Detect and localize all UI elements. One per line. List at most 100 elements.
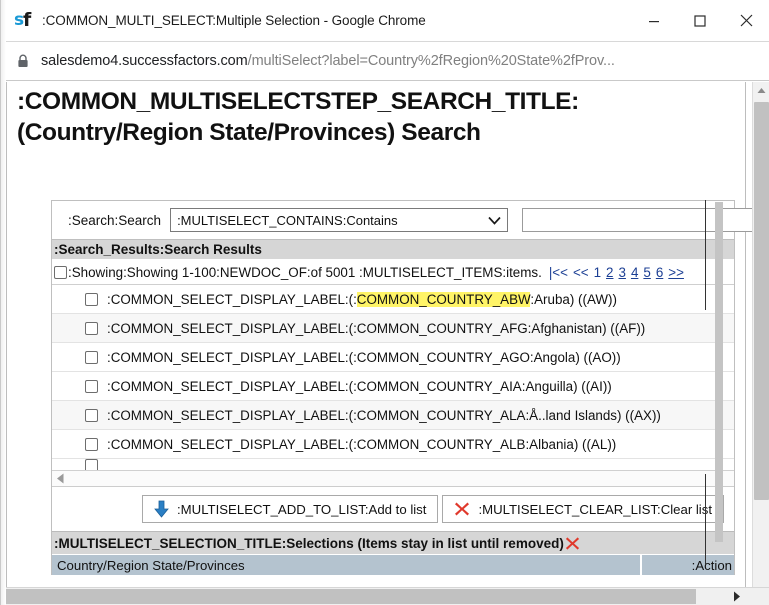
favicon-letter-f: f	[23, 8, 32, 31]
favicon-letter-s: s	[14, 9, 24, 30]
minimize-icon	[649, 20, 659, 22]
row-label-prefix: :COMMON_SELECT_DISPLAY_LABEL:(:	[107, 378, 357, 394]
pagination: |<< << 1 2 3 4 5 6 >>	[549, 265, 684, 280]
clear-list-button[interactable]: :MULTISELECT_CLEAR_LIST:Clear list	[442, 495, 724, 523]
row-label-suffix: COMMON_COUNTRY_AGO:Angola) ((AO))	[356, 349, 621, 365]
table-row[interactable]: :COMMON_SELECT_DISPLAY_LABEL:(:COMMON_CO…	[52, 343, 734, 372]
table-row[interactable]: :COMMON_SELECT_DISPLAY_LABEL:(:COMMON_CO…	[52, 285, 734, 314]
scroll-up-arrow-icon[interactable]	[753, 82, 769, 99]
row-label: :COMMON_SELECT_DISPLAY_LABEL:(:COMMON_CO…	[107, 350, 621, 365]
row-checkbox[interactable]	[85, 437, 98, 451]
panel-divider-line	[705, 200, 706, 260]
row-label-prefix: :COMMON_SELECT_DISPLAY_LABEL:(:	[107, 436, 357, 452]
table-row[interactable]: :COMMON_SELECT_DISPLAY_LABEL:(:COMMON_CO…	[52, 430, 734, 459]
row-checkbox[interactable]	[85, 459, 98, 470]
selection-table-header: Country/Region State/Provinces :Action	[52, 554, 734, 576]
showing-row: :Showing:Showing 1-100:NEWDOC_OF:of 5001…	[52, 260, 734, 284]
pagination-page-6[interactable]: 6	[656, 265, 663, 280]
table-row[interactable]: :COMMON_SELECT_DISPLAY_LABEL:(:COMMON_CO…	[52, 401, 734, 430]
row-checkbox[interactable]	[85, 350, 98, 364]
maximize-button[interactable]	[677, 0, 723, 42]
row-label: :COMMON_SELECT_DISPLAY_LABEL:(:COMMON_CO…	[107, 291, 617, 307]
row-label: :COMMON_SELECT_DISPLAY_LABEL:(:COMMON_CO…	[107, 408, 661, 423]
window-controls	[631, 0, 769, 42]
add-to-list-button[interactable]: :MULTISELECT_ADD_TO_LIST:Add to list	[142, 495, 439, 523]
close-button[interactable]	[723, 0, 769, 42]
pagination-page-2[interactable]: 2	[606, 265, 613, 280]
pagination-prev[interactable]: <<	[573, 265, 589, 280]
page-horizontal-scrollbar[interactable]	[6, 587, 769, 605]
red-x-icon	[455, 502, 470, 516]
url-text: salesdemo4.successfactors.com/multiSelec…	[41, 53, 615, 69]
showing-text: :Showing:Showing 1-100:NEWDOC_OF:of 5001…	[68, 264, 542, 280]
inner-vertical-scrollbar[interactable]	[715, 202, 723, 542]
search-label: :Search:Search	[68, 212, 162, 228]
row-label-suffix: :Aruba) ((AW))	[530, 291, 617, 307]
select-all-checkbox[interactable]	[54, 265, 67, 279]
page-hscrollbar-thumb[interactable]	[6, 589, 696, 604]
successfactors-favicon-icon: s f	[14, 8, 34, 31]
row-checkbox[interactable]	[85, 292, 98, 306]
down-arrow-icon	[154, 500, 169, 518]
row-label-suffix: COMMON_COUNTRY_AFG:Afghanistan) ((AF))	[356, 320, 646, 336]
selection-title: :MULTISELECT_SELECTION_TITLE:Selections …	[54, 535, 564, 551]
chevron-down-icon	[488, 216, 501, 225]
red-x-icon[interactable]	[565, 536, 580, 551]
scroll-right-arrow-icon[interactable]	[728, 588, 745, 605]
page-title: :COMMON_MULTISELECTSTEP_SEARCH_TITLE: (C…	[17, 87, 717, 149]
column-header-country: Country/Region State/Provinces	[52, 554, 642, 576]
search-results-band: :Search_Results:Search Results	[52, 239, 734, 260]
table-row[interactable]: :COMMON_SELECT_DISPLAY_LABEL:(:COMMON_CO…	[52, 372, 734, 401]
pagination-first[interactable]: |<<	[549, 265, 568, 280]
address-bar[interactable]: salesdemo4.successfactors.com/multiSelec…	[0, 42, 769, 81]
search-row: :Search:Search :MULTISELECT_CONTAINS:Con…	[52, 201, 769, 239]
row-label-prefix: :COMMON_SELECT_DISPLAY_LABEL:(:	[107, 349, 357, 365]
minimize-button[interactable]	[631, 0, 677, 42]
page-title-line1: :COMMON_MULTISELECTSTEP_SEARCH_TITLE:	[17, 88, 579, 115]
search-results-title: :Search_Results:Search Results	[54, 242, 262, 257]
search-term-input[interactable]	[522, 208, 769, 232]
pagination-page-4[interactable]: 4	[631, 265, 638, 280]
panel-divider-line	[705, 260, 706, 310]
pagination-page-5[interactable]: 5	[643, 265, 650, 280]
scroll-left-arrow-icon[interactable]	[56, 473, 65, 484]
window-title-text: :COMMON_MULTI_SELECT:Multiple Selection …	[42, 13, 426, 28]
row-label-suffix: COMMON_COUNTRY_ALA:Å..land Islands) ((AX…	[356, 407, 661, 423]
window-title-bar: s f :COMMON_MULTI_SELECT:Multiple Select…	[0, 0, 769, 42]
row-label-suffix: COMMON_COUNTRY_ALB:Albania) ((AL))	[356, 436, 617, 452]
table-row[interactable]: :COMMON_SELECT_DISPLAY_LABEL:(:COMMON_CO…	[52, 314, 734, 343]
add-to-list-label: :MULTISELECT_ADD_TO_LIST:Add to list	[177, 501, 427, 517]
row-label-suffix: COMMON_COUNTRY_AIA:Anguilla) ((AI))	[356, 378, 612, 394]
search-operator-select[interactable]: :MULTISELECT_CONTAINS:Contains	[170, 208, 509, 232]
list-horizontal-scrollbar[interactable]	[52, 470, 734, 487]
browser-window: s f :COMMON_MULTI_SELECT:Multiple Select…	[0, 0, 769, 605]
clear-list-label: :MULTISELECT_CLEAR_LIST:Clear list	[478, 501, 712, 517]
search-operator-value: :MULTISELECT_CONTAINS:Contains	[177, 212, 398, 228]
pagination-page-1[interactable]: 1	[594, 265, 601, 280]
table-row-partial[interactable]	[52, 459, 734, 470]
row-label: :COMMON_SELECT_DISPLAY_LABEL:(:COMMON_CO…	[107, 437, 616, 452]
row-checkbox[interactable]	[85, 321, 98, 335]
url-path: /multiSelect?label=Country%2fRegion%20St…	[247, 53, 615, 69]
panel-divider-line	[705, 474, 706, 564]
row-checkbox[interactable]	[85, 408, 98, 422]
maximize-icon	[694, 14, 706, 27]
pagination-page-3[interactable]: 3	[618, 265, 625, 280]
row-label-prefix: :COMMON_SELECT_DISPLAY_LABEL:(:	[107, 407, 357, 423]
lock-icon	[16, 53, 30, 69]
column-header-action: :Action	[691, 557, 732, 573]
page-vertical-scrollbar[interactable]	[752, 82, 769, 605]
result-list: :COMMON_SELECT_DISPLAY_LABEL:(:COMMON_CO…	[52, 284, 734, 470]
page-scrollbar-thumb[interactable]	[754, 102, 769, 500]
row-checkbox[interactable]	[85, 379, 98, 393]
page-title-line2: (Country/Region State/Provinces) Search	[17, 118, 481, 146]
page-content: :COMMON_MULTISELECTSTEP_SEARCH_TITLE: (C…	[6, 82, 769, 605]
action-button-row: :MULTISELECT_ADD_TO_LIST:Add to list :MU…	[52, 487, 734, 531]
row-label-prefix: :COMMON_SELECT_DISPLAY_LABEL:(:	[107, 320, 357, 336]
row-label-prefix: :COMMON_SELECT_DISPLAY_LABEL:(:	[107, 291, 357, 307]
row-label: :COMMON_SELECT_DISPLAY_LABEL:(:COMMON_CO…	[107, 321, 645, 336]
row-label-highlight: COMMON_COUNTRY_ABW	[356, 291, 531, 307]
search-panel: :Search:Search :MULTISELECT_CONTAINS:Con…	[51, 200, 769, 576]
pagination-next[interactable]: >>	[668, 265, 684, 280]
selection-title-band: :MULTISELECT_SELECTION_TITLE:Selections …	[52, 531, 734, 554]
